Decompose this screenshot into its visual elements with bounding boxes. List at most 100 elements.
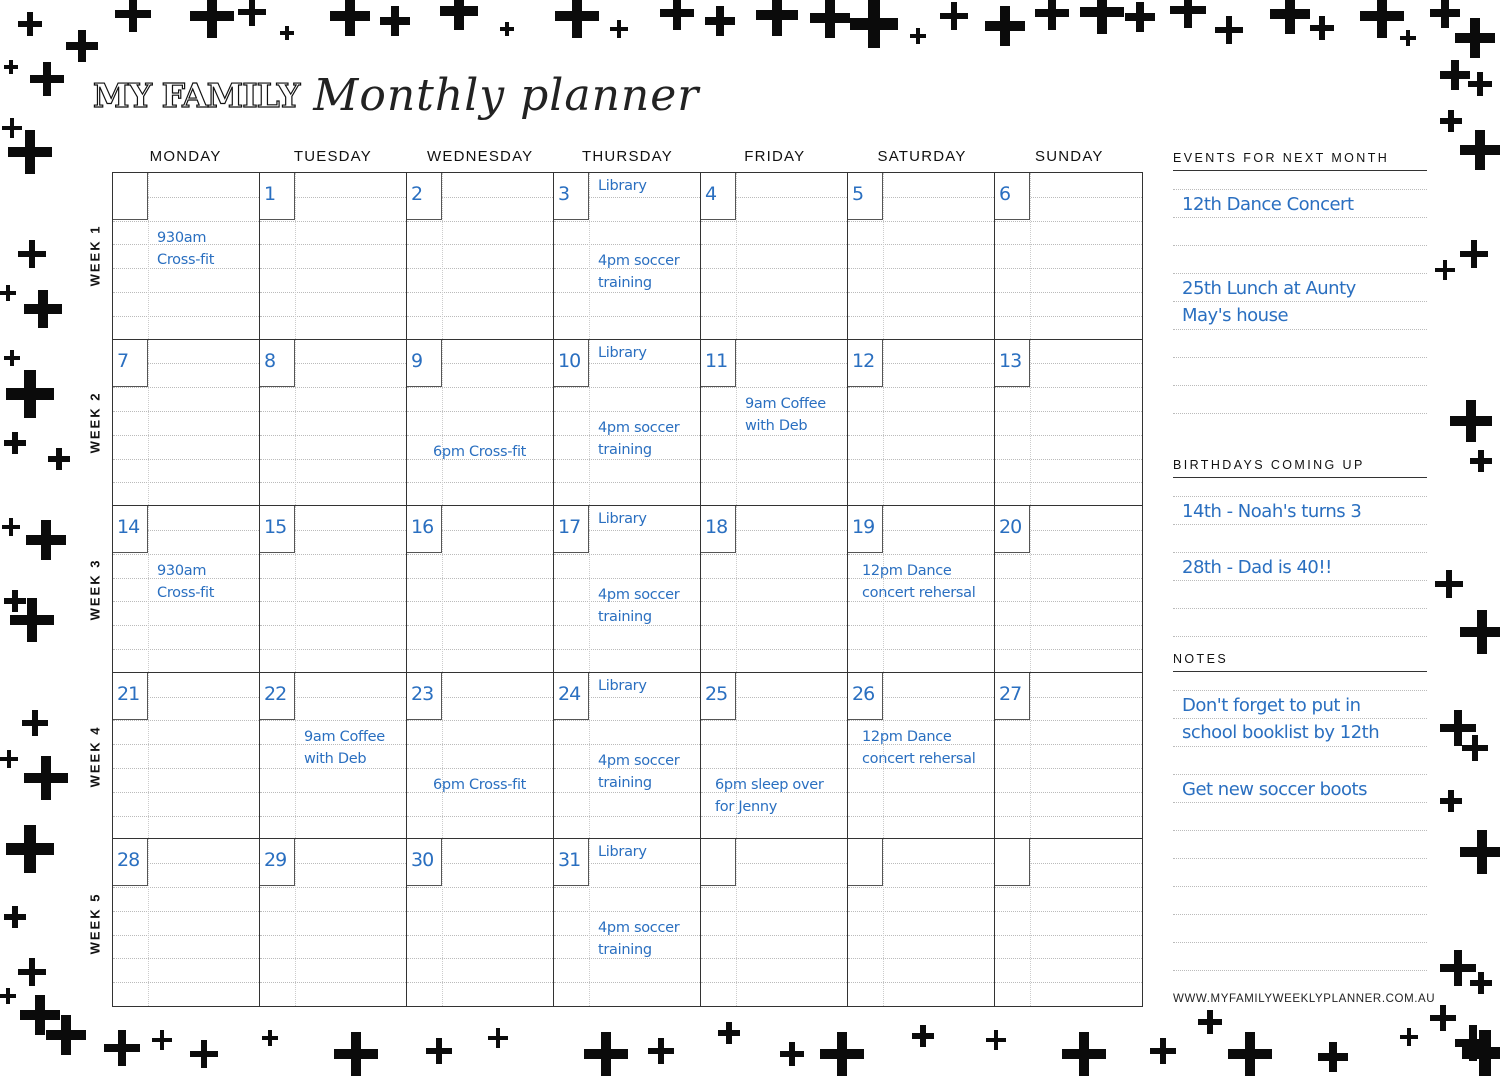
dotted-rule (407, 410, 553, 412)
event-note: 9am Coffee with Deb (745, 396, 826, 435)
events-lines[interactable]: 12th Dance Concert 25th Lunch at Aunty Ma… (1173, 171, 1427, 441)
date-box: 26 (848, 672, 883, 720)
dotted-rule (260, 601, 406, 603)
date-number: 26 (852, 682, 875, 705)
cross-icon (1080, 0, 1124, 34)
dotted-rule (848, 458, 994, 460)
day-cell[interactable] (995, 839, 1142, 1006)
day-cell[interactable]: 29 (260, 839, 407, 1006)
dotted-rule (848, 910, 994, 912)
dotted-rule (995, 244, 1142, 246)
cross-icon (1440, 790, 1462, 812)
day-cell[interactable]: 23 6pm Cross-fit (407, 672, 554, 840)
cross-icon (440, 0, 478, 30)
dotted-rule (407, 315, 553, 317)
website-link[interactable]: WWW.MYFAMILYWEEKLYPLANNER.COM.AU (1173, 993, 1435, 1005)
dotted-rule (407, 387, 553, 389)
day-cell[interactable]: 1 (260, 173, 407, 340)
day-cell[interactable]: 8 (260, 339, 407, 507)
date-number: 3 (558, 183, 570, 205)
day-header-monday: MONDAY (149, 148, 222, 165)
date-box: 5 (848, 173, 883, 220)
day-cell[interactable] (701, 839, 848, 1006)
day-cell[interactable]: 19 12pm Dance concert rehersal (848, 506, 995, 673)
dotted-rule (260, 387, 406, 389)
date-number: 6 (999, 183, 1011, 205)
cross-icon (1440, 710, 1476, 746)
cross-icon (24, 290, 62, 328)
day-cell[interactable]: 2 (407, 173, 554, 340)
date-number: 16 (411, 516, 434, 539)
week-label-2: WEEK 2 (87, 391, 103, 454)
event-note: 4pm soccer training (598, 586, 680, 625)
day-cell[interactable]: 15 (260, 506, 407, 673)
dotted-margin (589, 173, 590, 339)
day-cell[interactable]: 13 (995, 339, 1142, 507)
date-number: 4 (705, 183, 717, 205)
cross-icon (1035, 0, 1069, 30)
day-cell[interactable]: 10 Library 4pm soccer training (554, 339, 701, 507)
cross-icon (330, 0, 370, 36)
cross-icon (0, 285, 16, 301)
date-box (113, 173, 148, 220)
dotted-rule (260, 434, 406, 436)
cross-icon (1430, 1005, 1456, 1031)
birthdays-lines[interactable]: 14th - Noah's turns 3 28th - Dad is 40!! (1173, 478, 1427, 648)
day-cell[interactable]: 22 9am Coffee with Deb (260, 672, 407, 840)
dotted-rule (554, 387, 700, 389)
date-number: 28 (117, 849, 140, 872)
notes-lines[interactable]: Don't forget to put in school booklist b… (1173, 672, 1427, 992)
cross-icon (1310, 16, 1334, 40)
dotted-rule (995, 815, 1142, 817)
day-cell[interactable]: 6 (995, 173, 1142, 340)
day-cell[interactable]: 14 930am Cross-fit (113, 506, 260, 673)
day-cell[interactable]: 25 6pm sleep over for Jenny (701, 672, 848, 840)
dotted-rule (701, 553, 847, 555)
dotted-line (1173, 774, 1427, 775)
dotted-rule (554, 482, 700, 484)
day-cell[interactable]: 20 (995, 506, 1142, 673)
day-cell[interactable]: 30 (407, 839, 554, 1006)
day-cell[interactable]: 7 (113, 339, 260, 507)
day-cell[interactable]: 930am Cross-fit (113, 173, 260, 340)
day-cell[interactable]: 16 (407, 506, 554, 673)
title-main: MY FAMILY (92, 76, 301, 115)
dotted-line (1173, 970, 1427, 971)
date-box: 6 (995, 173, 1030, 220)
dotted-margin (589, 839, 590, 1006)
day-cell[interactable]: 18 (701, 506, 848, 673)
day-cell[interactable]: 26 12pm Dance concert rehersal (848, 672, 995, 840)
dotted-margin (442, 339, 443, 506)
cross-icon (280, 26, 294, 40)
day-cell[interactable]: 4 (701, 173, 848, 340)
cross-icon (1360, 0, 1404, 38)
dotted-line (1173, 690, 1427, 691)
cross-icon (115, 0, 151, 32)
dotted-rule (701, 244, 847, 246)
date-number: 22 (264, 682, 287, 705)
cross-icon (1170, 0, 1206, 28)
day-cell[interactable]: 17 Library 4pm soccer training (554, 506, 701, 673)
day-cell[interactable]: 31 Library 4pm soccer training (554, 839, 701, 1006)
dotted-rule (995, 553, 1142, 555)
dotted-rule (995, 601, 1142, 603)
day-cell[interactable]: 3 Library 4pm soccer training (554, 173, 701, 340)
day-cell[interactable]: 24 Library 4pm soccer training (554, 672, 701, 840)
date-box: 9 (407, 339, 442, 387)
dotted-rule (995, 934, 1142, 936)
date-box: 24 (554, 672, 589, 720)
day-cell[interactable]: 5 (848, 173, 995, 340)
dotted-margin (295, 839, 296, 1006)
date-box: 4 (701, 173, 736, 220)
day-cell[interactable]: 11 9am Coffee with Deb (701, 339, 848, 507)
events-entry: 12th Dance Concert (1182, 194, 1354, 215)
day-cell[interactable]: 9 6pm Cross-fit (407, 339, 554, 507)
day-cell[interactable]: 12 (848, 339, 995, 507)
event-note: 12pm Dance concert rehersal (862, 562, 976, 601)
day-cell[interactable]: 21 (113, 672, 260, 840)
dotted-rule (995, 767, 1142, 769)
day-cell[interactable]: 27 (995, 672, 1142, 840)
date-box: 29 (260, 839, 295, 887)
day-cell[interactable] (848, 839, 995, 1006)
day-cell[interactable]: 28 (113, 839, 260, 1006)
